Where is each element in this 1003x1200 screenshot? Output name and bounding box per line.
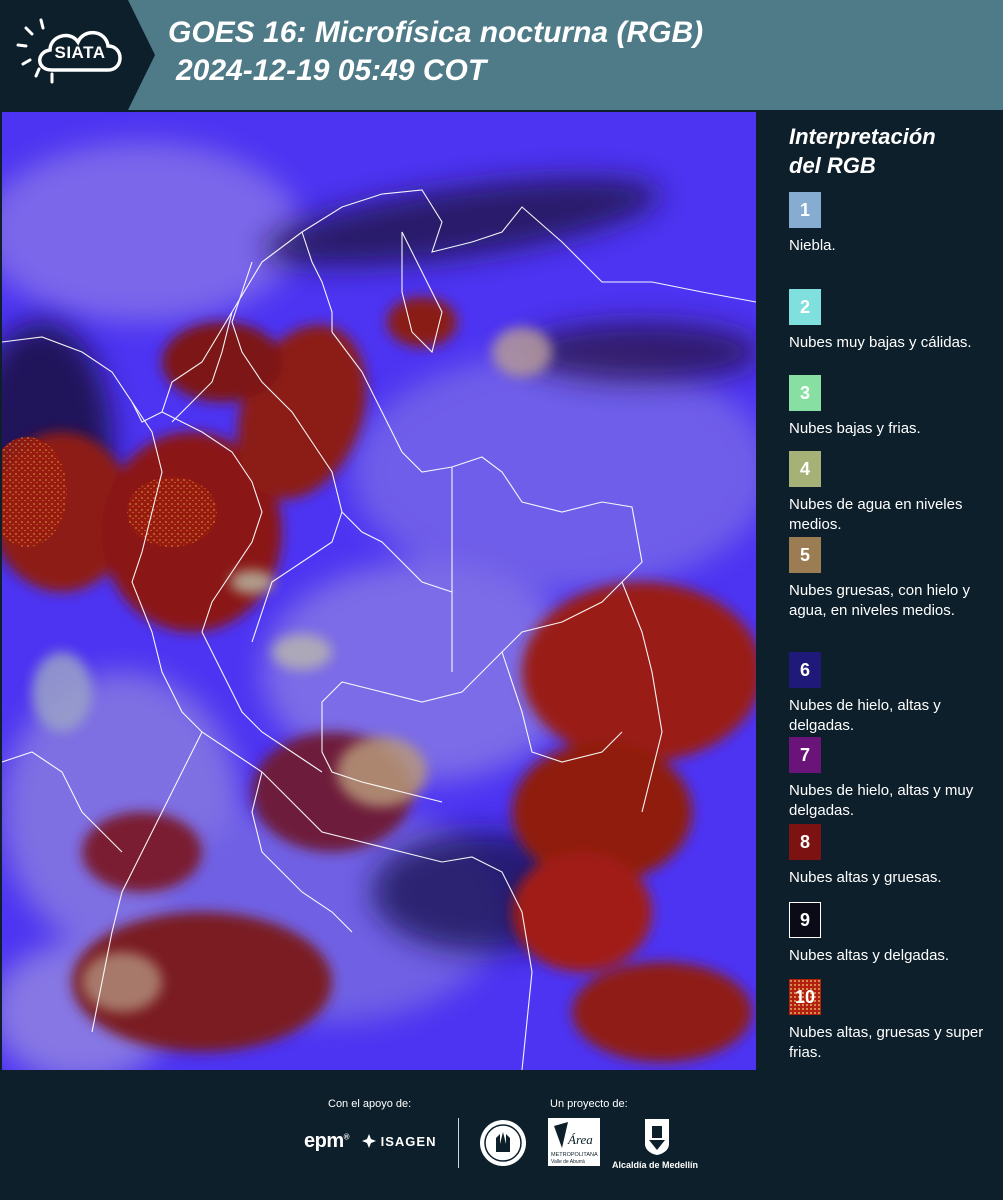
legend-label-5: Nubes gruesas, con hielo y agua, en nive…: [789, 582, 970, 619]
satellite-map[interactable]: [2, 112, 756, 1070]
epm-logo-text: epm: [304, 1130, 344, 1152]
siata-logo-text: SIATA: [54, 43, 106, 62]
legend-swatch-10: 10: [789, 979, 821, 1015]
legend-title-line1: Interpretación: [789, 124, 936, 149]
legend-label-9: Nubes altas y delgadas.: [789, 947, 950, 964]
legend-label-1: Niebla.: [789, 237, 836, 254]
legend-swatch-8: 8: [789, 824, 821, 860]
legend-label-8: Nubes altas y gruesas.: [789, 869, 942, 886]
siata-logo-block: SIATA: [0, 0, 155, 110]
legend-item-2: 2 Nubes muy bajas y cálidas.: [789, 289, 999, 353]
legend-label-4: Nubes de agua en niveles medios.: [789, 496, 963, 533]
legend-item-6: 6 Nubes de hielo, altas y delgadas.: [789, 652, 999, 736]
legend-item-8: 8 Nubes altas y gruesas.: [789, 824, 999, 888]
isagen-logo: ISAGEN: [362, 1134, 436, 1149]
legend-swatch-2: 2: [789, 289, 821, 325]
isagen-logo-text: ISAGEN: [380, 1134, 437, 1149]
medellin-crest-icon: [645, 1119, 669, 1155]
amva-word: Área: [567, 1132, 593, 1147]
legend-swatch-1: 1: [789, 192, 821, 228]
legend-item-9: 9 Nubes altas y delgadas.: [789, 902, 999, 966]
legend-swatch-4: 4: [789, 451, 821, 487]
legend-swatch-6: 6: [789, 652, 821, 688]
satellite-imagery: [2, 112, 756, 1070]
legend-swatch-7: 7: [789, 737, 821, 773]
area-metropolitana-logo: Área METROPOLITANA Valle de Aburrá: [548, 1118, 600, 1171]
legend-item-3: 3 Nubes bajas y frias.: [789, 375, 999, 439]
legend-swatch-5: 5: [789, 537, 821, 573]
legend-title-line2: del RGB: [789, 153, 876, 178]
legend-label-7: Nubes de hielo, altas y muy delgadas.: [789, 782, 974, 819]
legend-item-10: 10 Nubes altas, gruesas y super frias.: [789, 979, 999, 1063]
amva-sub2: Valle de Aburrá: [551, 1159, 585, 1165]
legend-label-2: Nubes muy bajas y cálidas.: [789, 334, 972, 351]
support-label: Con el apoyo de:: [328, 1098, 412, 1110]
title-product: GOES 16: Microfísica nocturna (RGB): [168, 16, 704, 49]
project-label: Un proyecto de:: [550, 1098, 628, 1110]
title-timestamp: 2024-12-19 05:49 COT: [176, 54, 487, 87]
footer: Con el apoyo de: Un proyecto de: epm® IS…: [0, 1070, 1003, 1200]
legend-item-1: 1 Niebla.: [789, 192, 999, 256]
rgb-legend-panel: Interpretación del RGB 1 Niebla. 2 Nubes mu…: [760, 112, 1003, 1070]
legend-label-3: Nubes bajas y frias.: [789, 420, 921, 437]
legend-title: Interpretación del RGB: [789, 122, 989, 180]
page-title: GOES 16: Microfísica nocturna (RGB) 2024…: [168, 14, 703, 90]
amva-sub1: METROPOLITANA: [551, 1152, 598, 1158]
footer-divider: [458, 1118, 459, 1168]
legend-item-4: 4 Nubes de agua en niveles medios.: [789, 451, 999, 535]
legend-item-5: 5 Nubes gruesas, con hielo y agua, en niv…: [789, 537, 999, 621]
legend-label-6: Nubes de hielo, altas y delgadas.: [789, 697, 941, 734]
legend-swatch-9: 9: [789, 902, 821, 938]
legend-swatch-3: 3: [789, 375, 821, 411]
alcaldia-logo-text: Alcaldía de Medellín: [612, 1160, 699, 1170]
header-bar: SIATA GOES 16: Microfísica nocturna (RGB…: [0, 0, 1003, 110]
isagen-star-icon: [362, 1134, 376, 1148]
legend-label-10: Nubes altas, gruesas y super frias.: [789, 1024, 984, 1061]
universidad-seal-icon: [480, 1120, 526, 1166]
area-metropolitana-icon: Área METROPOLITANA Valle de Aburrá: [548, 1118, 600, 1166]
epm-logo: epm®: [304, 1130, 350, 1152]
legend-item-7: 7 Nubes de hielo, altas y muy delgadas.: [789, 737, 999, 821]
